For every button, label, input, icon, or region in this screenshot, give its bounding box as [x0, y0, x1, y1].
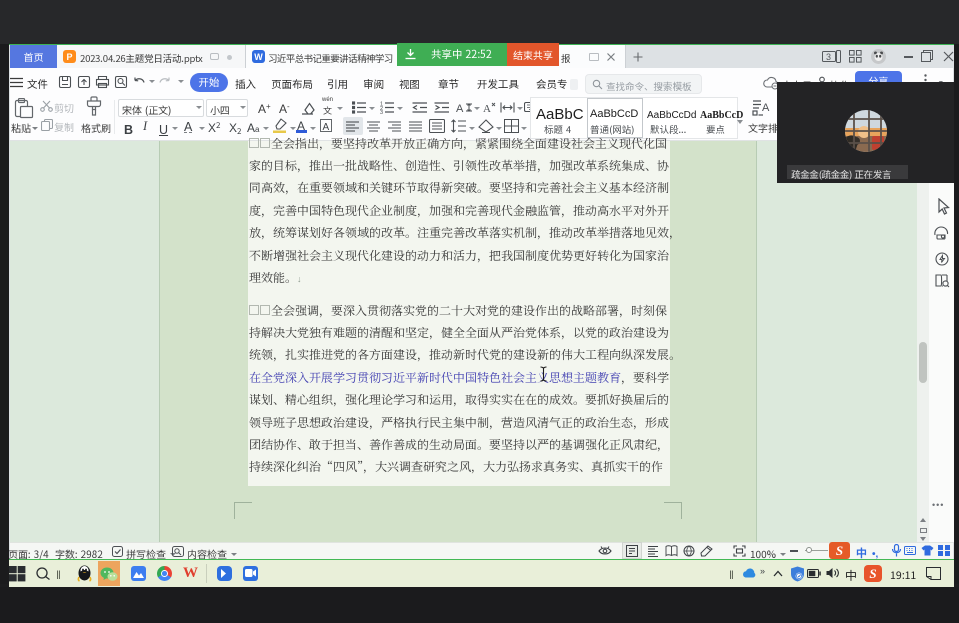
svg-text:A: A [456, 103, 464, 114]
svg-text:A: A [762, 102, 770, 114]
svg-text:3: 3 [826, 52, 831, 62]
svg-text:3: 3 [380, 110, 383, 114]
svg-text:A: A [483, 103, 491, 114]
